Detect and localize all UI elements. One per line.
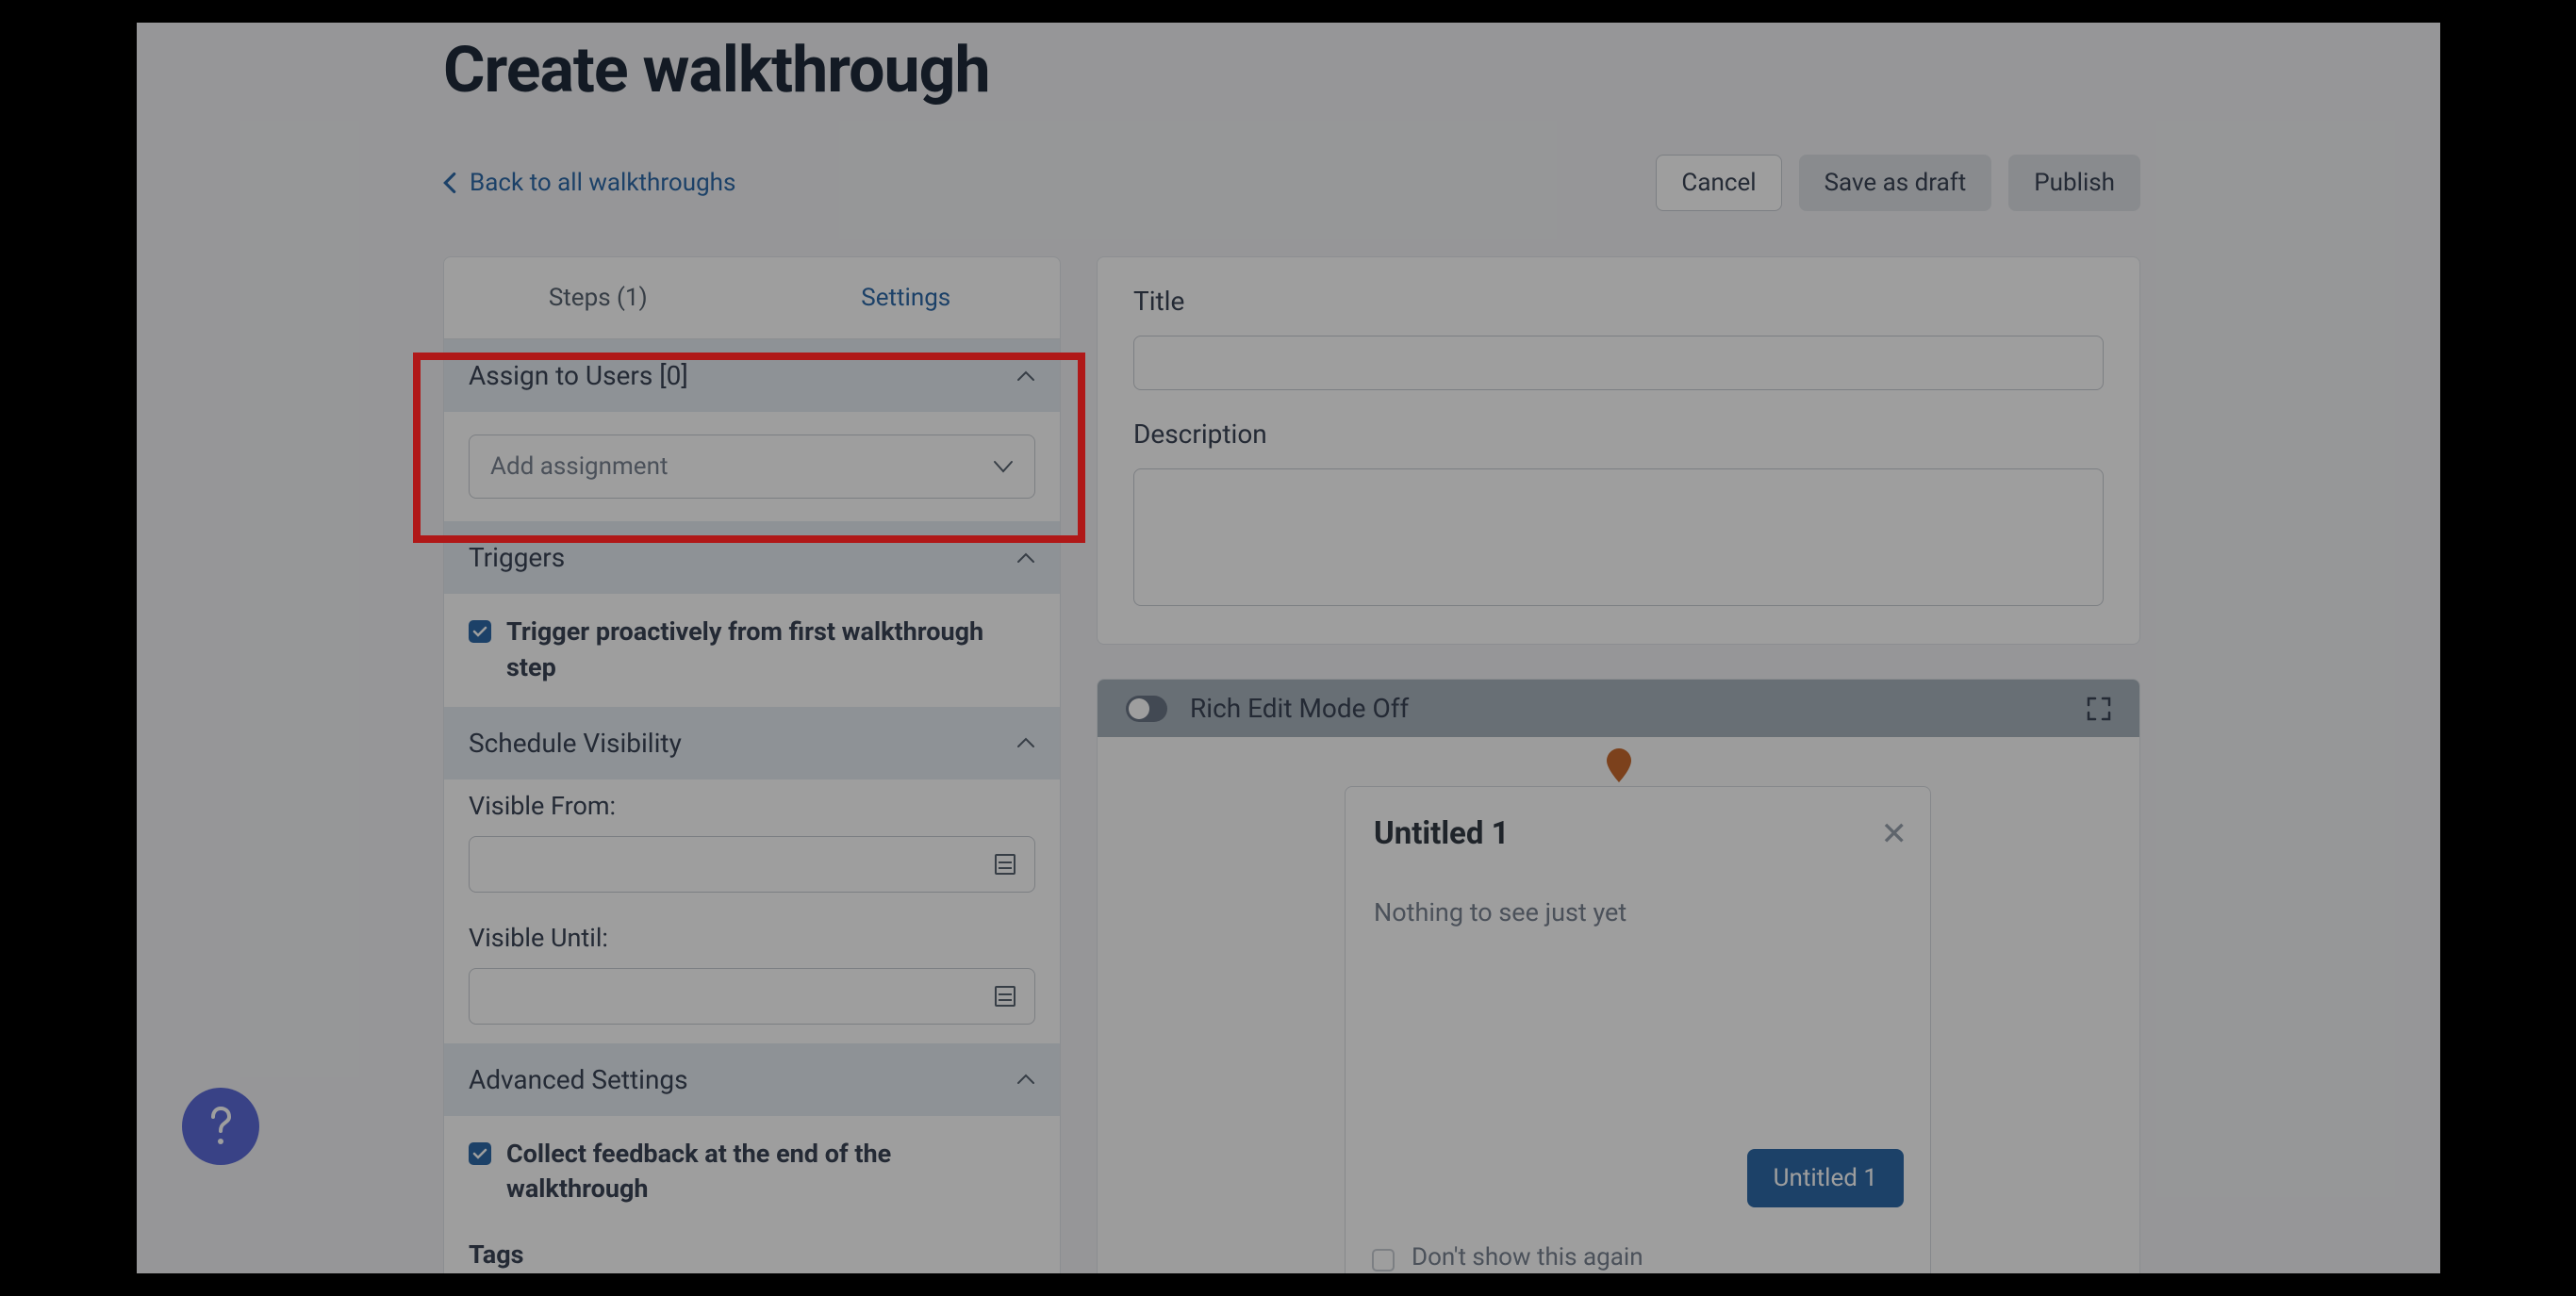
- visible-until-input[interactable]: [469, 968, 1035, 1025]
- tab-steps[interactable]: Steps (1): [444, 257, 752, 338]
- description-input[interactable]: [1133, 468, 2104, 606]
- right-panel: Title Description Rich Edit Mode Off: [1097, 256, 2140, 1273]
- popup-close-button[interactable]: ✕: [1881, 815, 1908, 853]
- header-row: Back to all walkthroughs Cancel Save as …: [443, 155, 2140, 211]
- collect-feedback-checkbox[interactable]: [469, 1142, 491, 1165]
- section-assign-title: Assign to Users [0]: [469, 360, 688, 391]
- popup-next-button[interactable]: Untitled 1: [1747, 1149, 1904, 1207]
- visible-from-block: Visible From:: [444, 779, 1060, 911]
- popup-title: Untitled 1: [1374, 815, 1902, 852]
- preview-panel: Rich Edit Mode Off Untitled 1: [1097, 679, 2140, 1273]
- publish-button[interactable]: Publish: [2008, 155, 2140, 211]
- back-link[interactable]: Back to all walkthroughs: [443, 169, 735, 197]
- collect-feedback-row[interactable]: Collect feedback at the end of the walkt…: [444, 1116, 1060, 1229]
- preview-toolbar: Rich Edit Mode Off: [1098, 680, 2139, 737]
- collect-feedback-label: Collect feedback at the end of the walkt…: [506, 1137, 1035, 1208]
- tabs: Steps (1) Settings: [444, 257, 1060, 339]
- visible-from-input[interactable]: [469, 836, 1035, 893]
- section-schedule-header[interactable]: Schedule Visibility: [444, 707, 1060, 779]
- back-link-text: Back to all walkthroughs: [470, 169, 735, 197]
- section-assign-header[interactable]: Assign to Users [0]: [444, 339, 1060, 412]
- chevron-left-icon: [443, 172, 456, 193]
- dont-show-checkbox[interactable]: [1372, 1249, 1395, 1271]
- description-label: Description: [1133, 418, 2104, 450]
- chevron-up-icon: [1016, 737, 1035, 748]
- form-card: Title Description: [1097, 256, 2140, 645]
- section-advanced-title: Advanced Settings: [469, 1064, 688, 1095]
- preview-body: Untitled 1 ✕ Nothing to see just yet Unt…: [1098, 737, 2139, 1273]
- visible-until-block: Visible Until:: [444, 911, 1060, 1043]
- rich-edit-label: Rich Edit Mode Off: [1190, 693, 1409, 724]
- pin-icon: [1600, 746, 1638, 784]
- help-fab[interactable]: [182, 1088, 259, 1165]
- chevron-up-icon: [1016, 552, 1035, 564]
- add-assignment-dropdown[interactable]: Add assignment: [469, 435, 1035, 499]
- tags-label: Tags: [469, 1239, 1035, 1270]
- dont-show-label: Don't show this again: [1412, 1243, 1643, 1271]
- trigger-proactive-checkbox[interactable]: [469, 620, 491, 643]
- chevron-up-icon: [1016, 1074, 1035, 1085]
- tags-block: Tags Search or create tags: [444, 1228, 1060, 1273]
- tab-settings[interactable]: Settings: [752, 257, 1061, 338]
- page-title: Create walkthrough: [443, 32, 2440, 107]
- calendar-icon: [995, 854, 1016, 875]
- section-triggers-title: Triggers: [469, 542, 565, 573]
- popup-footer: Don't show this again: [1372, 1243, 1643, 1271]
- add-assignment-placeholder: Add assignment: [490, 452, 668, 481]
- visible-from-label: Visible From:: [469, 791, 1035, 821]
- popup-body-text: Nothing to see just yet: [1374, 897, 1902, 927]
- title-input[interactable]: [1133, 336, 2104, 390]
- chevron-up-icon: [1016, 370, 1035, 382]
- checkmark-icon: [472, 1148, 487, 1159]
- section-advanced-header[interactable]: Advanced Settings: [444, 1043, 1060, 1116]
- calendar-icon: [995, 986, 1016, 1007]
- expand-icon[interactable]: [2087, 697, 2111, 721]
- checkmark-icon: [472, 626, 487, 637]
- trigger-proactive-label: Trigger proactively from first walkthrou…: [506, 615, 1035, 686]
- preview-popup: Untitled 1 ✕ Nothing to see just yet Unt…: [1345, 786, 1931, 1273]
- chevron-down-icon: [993, 460, 1014, 473]
- question-icon: [206, 1106, 235, 1147]
- visible-until-label: Visible Until:: [469, 923, 1035, 953]
- trigger-proactive-row[interactable]: Trigger proactively from first walkthrou…: [444, 594, 1060, 707]
- save-draft-button[interactable]: Save as draft: [1799, 155, 1992, 211]
- section-assign-body: Add assignment: [444, 412, 1060, 521]
- settings-panel: Steps (1) Settings Assign to Users [0] A…: [443, 256, 1061, 1273]
- title-label: Title: [1133, 286, 2104, 317]
- section-schedule-title: Schedule Visibility: [469, 728, 682, 759]
- cancel-button[interactable]: Cancel: [1656, 155, 1781, 211]
- section-triggers-header[interactable]: Triggers: [444, 521, 1060, 594]
- action-buttons: Cancel Save as draft Publish: [1656, 155, 2140, 211]
- rich-edit-toggle[interactable]: [1126, 696, 1167, 722]
